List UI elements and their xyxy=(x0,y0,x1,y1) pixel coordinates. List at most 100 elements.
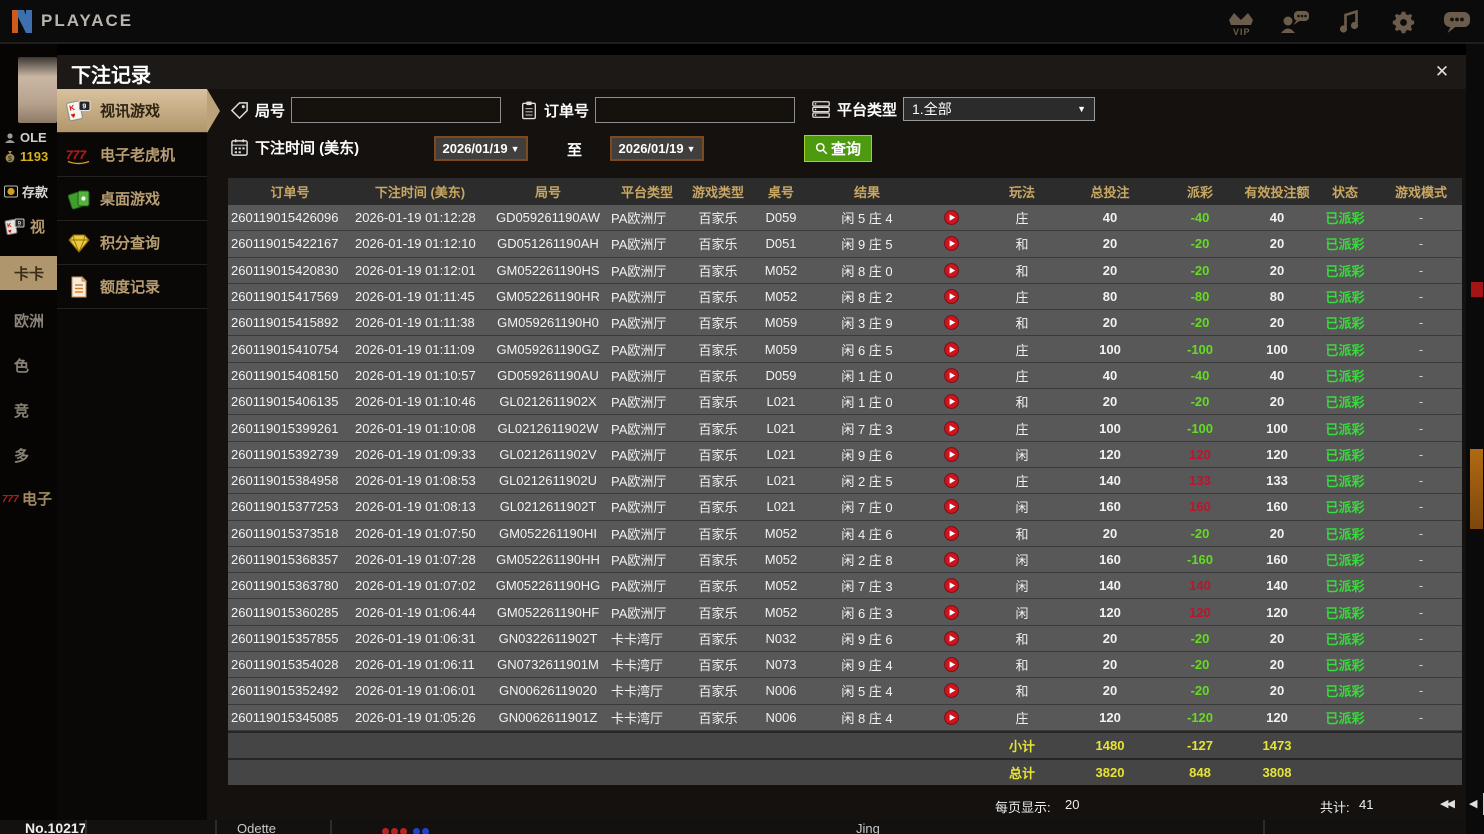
bg-video-tab: 视 xyxy=(30,219,46,236)
background-fragment xyxy=(1471,282,1483,297)
music-icon[interactable] xyxy=(1332,6,1366,38)
date-to-picker[interactable]: 2026/01/19 ▼ xyxy=(610,136,704,161)
svg-text:777: 777 xyxy=(66,148,87,162)
replay-play-icon[interactable] xyxy=(922,420,980,436)
bet-records-table: 订单号 下注时间 (美东) 局号 平台类型 游戏类型 桌号 结果 玩法 总投注 … xyxy=(228,178,1462,785)
platform-type-value: 1.全部 xyxy=(912,101,952,117)
vip-icon[interactable]: VIP xyxy=(1224,6,1258,38)
cell-result: 闲 9 庄 6 xyxy=(841,631,893,647)
quota-document-icon xyxy=(65,274,92,300)
platform-type-select[interactable]: 1.全部 ▼ xyxy=(903,97,1096,121)
first-page-button[interactable]: ◀◀ xyxy=(1440,797,1455,810)
replay-play-icon[interactable] xyxy=(922,289,980,304)
cell-round: GM059261190GZ xyxy=(496,341,600,357)
cell-game-type: 百家乐 xyxy=(698,605,738,621)
sidebar-item-video-games[interactable]: K ♥ 9 视讯游戏 xyxy=(57,89,220,133)
sidebar-item-label: 桌面游戏 xyxy=(100,191,161,208)
replay-play-icon[interactable] xyxy=(922,341,980,357)
replay-play-icon[interactable] xyxy=(922,446,980,462)
cell-payout: -40 xyxy=(1190,210,1210,226)
cell-table-no: L021 xyxy=(766,420,796,436)
round-number-label: 局号 xyxy=(255,102,286,120)
per-page-value[interactable]: 20 xyxy=(1065,797,1079,812)
sidebar-item-points-query[interactable]: 积分查询 xyxy=(57,221,207,265)
cell-table-no: N006 xyxy=(765,683,797,699)
cell-play-type: 和 xyxy=(1015,684,1029,700)
cell-platform: PA欧洲厅 xyxy=(611,368,667,384)
platform-type-label: 平台类型 xyxy=(837,101,898,119)
sidebar-item-table-games[interactable]: 桌面游戏 xyxy=(57,177,207,221)
round-number-input[interactable] xyxy=(291,97,502,123)
cell-round: GM052261190HF xyxy=(496,604,600,620)
query-button[interactable]: 查询 xyxy=(804,135,872,162)
cell-play-type: 和 xyxy=(1015,631,1029,647)
replay-play-icon[interactable] xyxy=(922,499,980,515)
cell-play-type: 和 xyxy=(1015,263,1029,279)
cell-valid-bet: 160 xyxy=(1266,499,1288,515)
cell-total-bet: 100 xyxy=(1099,341,1121,357)
replay-play-icon[interactable] xyxy=(922,604,980,620)
sidebar-item-slots[interactable]: 777 电子老虎机 xyxy=(57,133,207,177)
replay-play-icon[interactable] xyxy=(922,210,980,226)
cell-game-type: 百家乐 xyxy=(698,342,738,358)
table-row: 260119015406135 2026-01-19 01:10:46 GL0212… xyxy=(228,389,1462,416)
cell-game-type: 百家乐 xyxy=(698,237,738,253)
cell-payout: -20 xyxy=(1190,394,1210,410)
bg-lobby-selected: 卡卡 xyxy=(0,256,57,290)
table-row: 260119015417569 2026-01-19 01:11:45 GM0522… xyxy=(228,283,1462,311)
replay-play-icon[interactable] xyxy=(922,262,980,278)
replay-play-icon[interactable] xyxy=(922,657,980,673)
deposit-coin-icon xyxy=(4,185,18,198)
cell-game-type: 百家乐 xyxy=(698,316,738,332)
chevron-down-icon: ▼ xyxy=(686,143,696,154)
bg-lobby-item: 欧洲 xyxy=(14,312,45,330)
replay-play-icon[interactable] xyxy=(922,368,980,383)
settings-gear-icon[interactable] xyxy=(1386,6,1420,38)
cell-payout: -20 xyxy=(1190,262,1210,278)
replay-play-icon[interactable] xyxy=(922,630,980,646)
order-number-input[interactable] xyxy=(595,97,796,123)
cell-total-bet: 40 xyxy=(1102,210,1118,226)
cell-play-type: 闲 xyxy=(1015,500,1029,516)
replay-play-icon[interactable] xyxy=(922,315,980,331)
cell-game-type: 百家乐 xyxy=(698,631,738,647)
cell-game-mode: - xyxy=(1418,289,1424,305)
replay-play-icon[interactable] xyxy=(922,552,980,567)
close-icon[interactable]: ✕ xyxy=(1430,60,1454,84)
cell-table-no: M052 xyxy=(764,578,798,594)
cell-game-mode: - xyxy=(1418,446,1424,462)
col-header: 派彩 xyxy=(1186,185,1213,200)
bg-lobby-item-slots: 777 电子 xyxy=(2,490,53,508)
slot-777-icon: 777 xyxy=(65,142,92,168)
customer-service-icon[interactable] xyxy=(1278,6,1312,38)
date-from-picker[interactable]: 2026/01/19 ▼ xyxy=(434,136,528,161)
sidebar-item-label: 积分查询 xyxy=(100,235,161,252)
cell-valid-bet: 80 xyxy=(1269,289,1285,305)
replay-play-icon[interactable] xyxy=(922,578,980,594)
cell-table-no: L021 xyxy=(766,394,796,410)
prev-page-button[interactable]: ◀ xyxy=(1469,797,1478,810)
cell-round: GM052261190HS xyxy=(496,262,600,278)
cell-total-bet: 20 xyxy=(1102,630,1118,646)
cell-total-bet: 80 xyxy=(1102,289,1118,305)
cell-result: 闲 7 庄 0 xyxy=(841,500,893,516)
replay-play-icon[interactable] xyxy=(922,473,980,489)
replay-play-icon[interactable] xyxy=(922,394,980,410)
replay-play-icon[interactable] xyxy=(922,683,980,699)
table-row: 260119015392739 2026-01-19 01:09:33 GL0212… xyxy=(228,441,1462,468)
cell-time: 2026-01-19 01:12:10 xyxy=(355,236,476,252)
avatar xyxy=(18,57,57,123)
username-label: OLE xyxy=(20,130,47,145)
sidebar-item-quota-records[interactable]: 额度记录 xyxy=(57,265,207,309)
replay-play-icon[interactable] xyxy=(922,236,980,252)
cell-play-type: 庄 xyxy=(1015,342,1029,358)
chat-bubble-icon[interactable] xyxy=(1440,6,1474,38)
replay-play-icon[interactable] xyxy=(922,709,980,725)
cell-game-mode: - xyxy=(1418,604,1424,620)
cell-game-mode: - xyxy=(1418,657,1424,673)
replay-play-icon[interactable] xyxy=(922,525,980,541)
per-page-label: 每页显示: xyxy=(995,800,1051,815)
cell-game-type: 百家乐 xyxy=(698,710,738,726)
deposit-label: 存款 xyxy=(22,185,49,200)
cell-game-mode: - xyxy=(1418,341,1424,357)
